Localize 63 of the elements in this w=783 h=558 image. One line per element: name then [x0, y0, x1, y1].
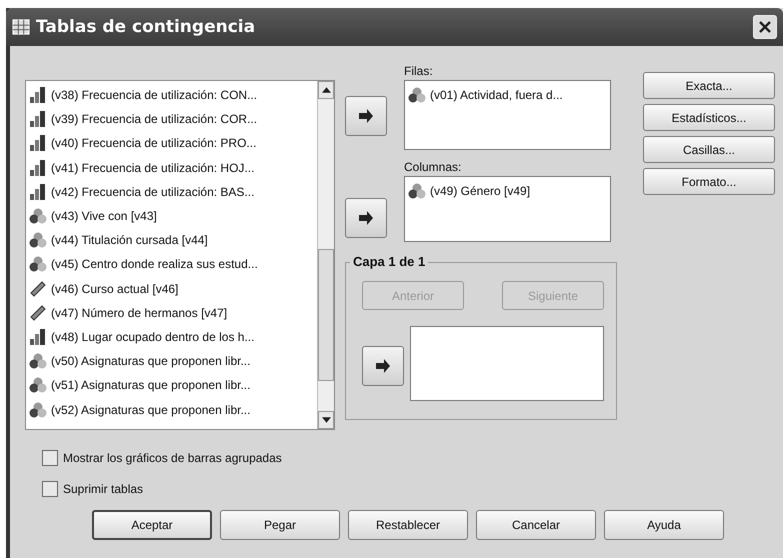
checkbox-label: Suprimir tablas [63, 482, 144, 496]
dialog-button[interactable]: Cancelar [476, 510, 596, 540]
layer-list[interactable] [410, 326, 604, 401]
table-icon [12, 18, 30, 36]
circles-icon [29, 207, 47, 226]
variable-item[interactable]: (v50) Asignaturas que proponen libr... [26, 349, 317, 374]
variable-item[interactable]: (v51) Asignaturas que proponen libr... [26, 373, 317, 398]
columns-label: Columnas: [404, 160, 462, 174]
variable-item[interactable]: (v45) Centro donde realiza sus estud... [26, 252, 317, 276]
variable-item[interactable]: (v44) Titulación cursada [v44] [26, 228, 317, 252]
circles-icon [29, 231, 47, 250]
checkbox-label: Mostrar los gráficos de barras agrupadas [63, 451, 282, 465]
bar-chart-icon [29, 86, 47, 104]
variable-list[interactable] [25, 80, 335, 430]
variable-item[interactable]: (v41) Frecuencia de utilización: HOJ... [26, 156, 317, 180]
options-button[interactable]: Estadísticos... [643, 104, 775, 131]
variable-item[interactable]: (v38) Frecuencia de utilización: CON... [26, 83, 317, 108]
variable-item[interactable]: (v46) Curso actual [v46] [26, 276, 317, 301]
variable-item[interactable]: (v01) Actividad, fuera d... [405, 83, 610, 108]
variable-item[interactable]: (v42) Frecuencia de utilización: BAS... [26, 180, 317, 204]
bar-chart-icon [29, 182, 47, 201]
move-button[interactable] [345, 96, 387, 136]
circles-icon [29, 376, 47, 394]
options-button[interactable]: Formato... [643, 168, 775, 195]
circles-icon [29, 255, 47, 274]
variable-item[interactable]: (v49) Género [v49] [405, 179, 610, 204]
checkbox[interactable] [42, 481, 58, 497]
rows-label: Filas: [404, 64, 434, 78]
ruler-icon [29, 304, 47, 322]
circles-icon [29, 400, 47, 419]
circles-icon [408, 86, 426, 104]
bar-chart-icon [29, 134, 47, 152]
scroll-bar[interactable] [317, 81, 334, 429]
close-icon [758, 20, 772, 34]
variable-item[interactable]: (v47) Número de hermanos [v47] [26, 300, 317, 325]
variable-item[interactable]: (v52) Asignaturas que proponen libr... [26, 397, 317, 422]
arrow-icon [375, 359, 391, 373]
bar-chart-icon [29, 158, 47, 177]
options-button[interactable]: Casillas... [643, 136, 775, 163]
ruler-icon [29, 280, 47, 298]
layer-title: Capa 1 de 1 [350, 254, 428, 269]
rows-list[interactable]: (v01) Actividad, fuera d... [404, 80, 611, 150]
close-button[interactable] [753, 15, 777, 39]
circles-icon [29, 352, 47, 370]
options-button[interactable]: Exacta... [643, 72, 775, 99]
variable-item[interactable]: (v40) Frecuencia de utilización: PRO... [26, 131, 317, 156]
dialog-button[interactable]: Ayuda [604, 510, 724, 540]
move-button[interactable] [345, 198, 387, 238]
arrow-icon [358, 109, 374, 123]
window-title: Tablas de contingencia [36, 17, 256, 37]
arrow-icon [358, 211, 374, 225]
checkbox[interactable] [42, 450, 58, 466]
dialog-button[interactable]: Aceptar [92, 510, 212, 540]
bar-chart-icon [29, 110, 47, 128]
move-button[interactable] [362, 346, 404, 386]
circles-icon [408, 182, 426, 200]
columns-list[interactable]: (v49) Género [v49] [404, 176, 611, 242]
variable-item[interactable]: (v39) Frecuencia de utilización: COR... [26, 107, 317, 132]
bar-chart-icon [29, 328, 47, 346]
dialog-button[interactable]: Pegar [220, 510, 340, 540]
dialog-button[interactable]: Restablecer [348, 510, 468, 540]
variable-item[interactable]: (v43) Vive con [v43] [26, 204, 317, 228]
variable-item[interactable]: (v48) Lugar ocupado dentro de los h... [26, 324, 317, 350]
